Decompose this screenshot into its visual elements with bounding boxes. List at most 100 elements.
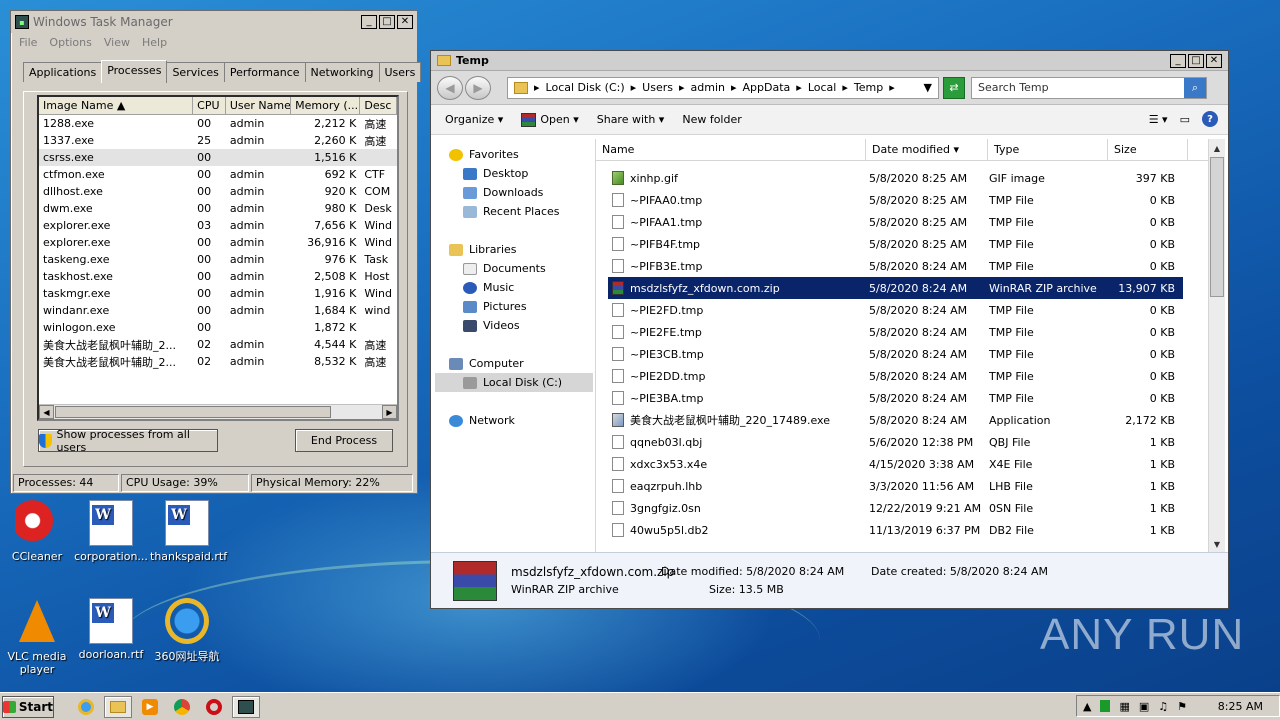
desktop-icon-corporation[interactable]: corporation... — [74, 500, 148, 563]
desktop-icon-ccleaner[interactable]: CCleaner — [0, 500, 74, 563]
breadcrumb[interactable]: ▸ Local Disk (C:) ▸ Users ▸ admin ▸ AppData… — [507, 76, 939, 99]
search-icon[interactable]: ⌕ — [1184, 77, 1206, 98]
scroll-right-icon[interactable]: ▶ — [382, 405, 397, 419]
column-image-name[interactable]: Image Name ▲ — [39, 97, 194, 114]
show-hidden-icons-icon[interactable]: ▲ — [1083, 700, 1091, 713]
process-row[interactable]: taskeng.exe 00 admin 976 K Task — [39, 251, 397, 268]
address-dropdown-icon[interactable]: ▼ — [924, 81, 932, 94]
desktop-icon-vlc[interactable]: VLC media player — [0, 598, 74, 676]
horizontal-scrollbar[interactable]: ◀ ▶ — [39, 404, 397, 419]
process-row[interactable]: ctfmon.exe 00 admin 692 K CTF — [39, 166, 397, 183]
process-row[interactable]: csrss.exe 00 1,516 K — [39, 149, 397, 166]
process-row[interactable]: winlogon.exe 00 1,872 K — [39, 319, 397, 336]
end-process-button[interactable]: End Process — [295, 429, 393, 452]
maximize-button[interactable]: □ — [1188, 53, 1204, 68]
desktop-icon-doorloan[interactable]: doorloan.rtf — [74, 598, 148, 661]
opera-taskbar-icon[interactable] — [200, 696, 228, 718]
tab-processes[interactable]: Processes — [101, 60, 168, 83]
scroll-down-icon[interactable]: ▼ — [1210, 537, 1224, 551]
nav-local-disk[interactable]: Local Disk (C:) — [435, 373, 593, 392]
view-options-icon[interactable]: ☰ ▾ — [1149, 113, 1168, 126]
breadcrumb-local[interactable]: Local — [808, 81, 837, 94]
scroll-up-icon[interactable]: ▲ — [1210, 141, 1224, 155]
file-row[interactable]: ~PIFAA1.tmp 5/8/2020 8:25 AM TMP File 0 KB — [608, 211, 1183, 233]
process-row[interactable]: dllhost.exe 00 admin 920 K COM — [39, 183, 397, 200]
vertical-scrollbar[interactable]: ▲ ▼ — [1208, 139, 1225, 553]
minimize-button[interactable]: _ — [361, 15, 377, 29]
column-name[interactable]: Name — [596, 139, 866, 160]
scroll-left-icon[interactable]: ◀ — [39, 405, 54, 419]
tab-networking[interactable]: Networking — [304, 62, 380, 82]
file-row[interactable]: qqneb03l.qbj 5/6/2020 12:38 PM QBJ File 1 K… — [608, 431, 1183, 453]
refresh-icon[interactable]: ⇄ — [943, 76, 965, 99]
nav-desktop[interactable]: Desktop — [435, 164, 593, 183]
file-row[interactable]: ~PIFAA0.tmp 5/8/2020 8:25 AM TMP File 0 KB — [608, 189, 1183, 211]
clock[interactable]: 8:25 AM — [1218, 700, 1273, 713]
column-type[interactable]: Type — [988, 139, 1108, 160]
help-icon[interactable]: ? — [1202, 111, 1218, 127]
menu-file[interactable]: File — [19, 36, 37, 49]
tab-applications[interactable]: Applications — [23, 62, 103, 82]
menu-options[interactable]: Options — [49, 36, 91, 49]
back-arrow-icon[interactable]: ◀ — [437, 75, 463, 100]
process-list[interactable]: Image Name ▲ CPU User Name Memory (... D… — [37, 95, 399, 421]
file-row[interactable]: 3gngfgiz.0sn 12/22/2019 9:21 AM 0SN File 1 … — [608, 497, 1183, 519]
nav-favorites[interactable]: Favorites — [435, 145, 593, 164]
nav-libraries[interactable]: Libraries — [435, 240, 593, 259]
desktop-icon-thankspaid[interactable]: thankspaid.rtf — [150, 500, 227, 563]
file-row[interactable]: ~PIFB3E.tmp 5/8/2020 8:24 AM TMP File 0 KB — [608, 255, 1183, 277]
menu-help[interactable]: Help — [142, 36, 167, 49]
process-row[interactable]: 1337.exe 25 admin 2,260 K 高速 — [39, 132, 397, 149]
breadcrumb-appdata[interactable]: AppData — [743, 81, 791, 94]
close-button[interactable]: ✕ — [397, 15, 413, 29]
nav-videos[interactable]: Videos — [435, 316, 593, 335]
new-folder-button[interactable]: New folder — [682, 113, 741, 126]
process-row[interactable]: taskmgr.exe 00 admin 1,916 K Wind — [39, 285, 397, 302]
column-size[interactable]: Size — [1108, 139, 1188, 160]
nav-pictures[interactable]: Pictures — [435, 297, 593, 316]
forward-arrow-icon[interactable]: ▶ — [465, 75, 491, 100]
nav-music[interactable]: Music — [435, 278, 593, 297]
network-tray-icon[interactable]: ▦ — [1119, 700, 1129, 713]
open-button[interactable]: Open ▾ — [521, 112, 579, 127]
explorer-taskbar-icon[interactable] — [104, 695, 132, 718]
notebook-icon[interactable]: ▣ — [1139, 700, 1149, 713]
file-row[interactable]: xdxc3x53.x4e 4/15/2020 3:38 AM X4E File 1 K… — [608, 453, 1183, 475]
maximize-button[interactable]: □ — [379, 15, 395, 29]
organize-button[interactable]: Organize ▾ — [445, 113, 503, 126]
show-all-processes-button[interactable]: Show processes from all users — [38, 428, 218, 454]
tab-services[interactable]: Services — [166, 62, 225, 82]
file-row[interactable]: ~PIE2FE.tmp 5/8/2020 8:24 AM TMP File 0 KB — [608, 321, 1183, 343]
scrollbar-thumb[interactable] — [55, 406, 331, 418]
explorer-titlebar[interactable]: Temp _ □ ✕ — [431, 51, 1228, 71]
process-row[interactable]: dwm.exe 00 admin 980 K Desk — [39, 200, 397, 217]
tab-users[interactable]: Users — [378, 62, 422, 82]
process-row[interactable]: taskhost.exe 00 admin 2,508 K Host — [39, 268, 397, 285]
breadcrumb-admin[interactable]: admin — [691, 81, 725, 94]
file-row[interactable]: msdzlsfyfz_xfdown.com.zip 5/8/2020 8:24 A… — [608, 277, 1183, 299]
nav-documents[interactable]: Documents — [435, 259, 593, 278]
desktop-icon-360[interactable]: 360网址导航 — [150, 598, 224, 664]
column-cpu[interactable]: CPU — [193, 97, 226, 114]
file-row[interactable]: ~PIFB4F.tmp 5/8/2020 8:25 AM TMP File 0 KB — [608, 233, 1183, 255]
chrome-taskbar-icon[interactable] — [168, 696, 196, 718]
process-row[interactable]: 美食大战老鼠枫叶辅助_2... 02 admin 4,544 K 高速 — [39, 336, 397, 353]
task-manager-titlebar[interactable]: ▪ Windows Task Manager _ □ ✕ — [11, 11, 417, 33]
file-row[interactable]: 40wu5p5l.db2 11/13/2019 6:37 PM DB2 File 1 … — [608, 519, 1183, 541]
task-manager-taskbar-icon[interactable] — [232, 695, 260, 718]
scrollbar-thumb[interactable] — [1210, 157, 1224, 297]
column-user-name[interactable]: User Name — [226, 97, 292, 114]
start-button[interactable]: Start — [2, 695, 54, 718]
minimize-button[interactable]: _ — [1170, 53, 1186, 68]
file-row[interactable]: 美食大战老鼠枫叶辅助_220_17489.exe 5/8/2020 8:24 AM… — [608, 409, 1183, 431]
battery-icon[interactable] — [1100, 700, 1111, 712]
close-button[interactable]: ✕ — [1206, 53, 1222, 68]
file-row[interactable]: ~PIE2FD.tmp 5/8/2020 8:24 AM TMP File 0 KB — [608, 299, 1183, 321]
share-with-button[interactable]: Share with ▾ — [597, 113, 665, 126]
column-memory[interactable]: Memory (... — [291, 97, 361, 114]
process-row[interactable]: 美食大战老鼠枫叶辅助_2... 02 admin 8,532 K 高速 — [39, 353, 397, 370]
preview-pane-icon[interactable]: ▭ — [1180, 113, 1190, 126]
column-date-modified[interactable]: Date modified ▾ — [866, 139, 988, 160]
breadcrumb-local-disk[interactable]: Local Disk (C:) — [546, 81, 625, 94]
file-row[interactable]: ~PIE3CB.tmp 5/8/2020 8:24 AM TMP File 0 KB — [608, 343, 1183, 365]
